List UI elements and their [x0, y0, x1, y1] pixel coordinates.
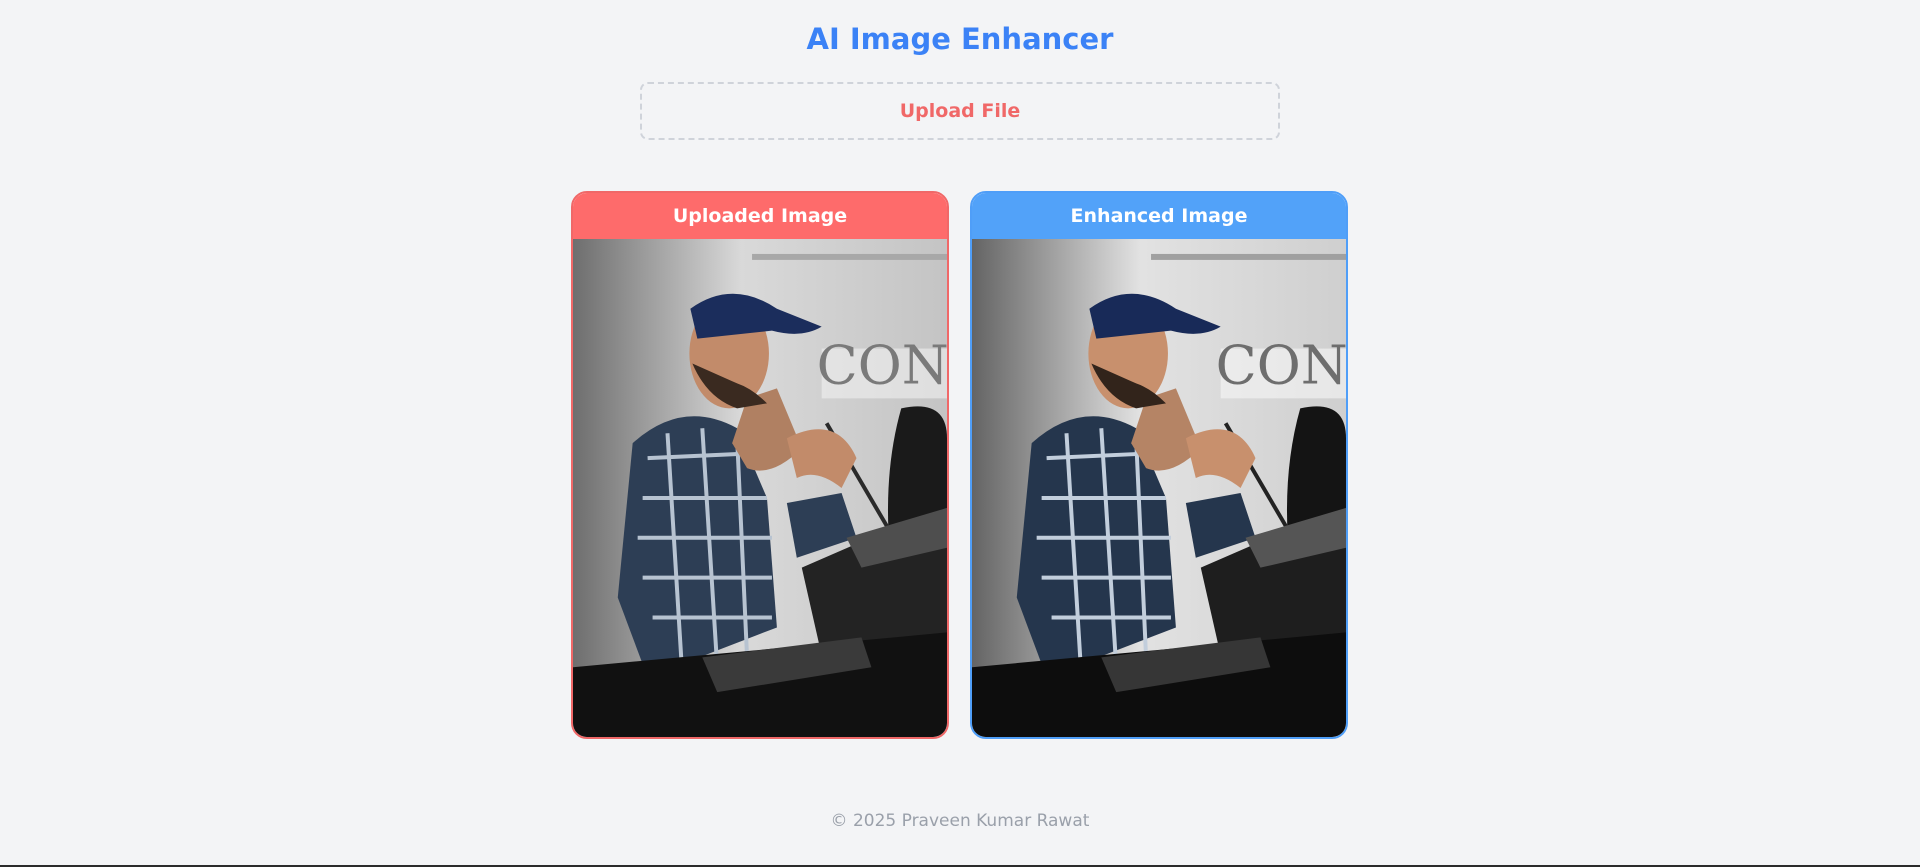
uploaded-image: CONV: [573, 239, 947, 737]
enhanced-image-header: Enhanced Image: [972, 193, 1346, 239]
uploaded-image-header: Uploaded Image: [573, 193, 947, 239]
uploaded-image-card: Uploaded Image CONV: [571, 191, 949, 739]
uploaded-image-title: Uploaded Image: [672, 205, 848, 227]
footer-copyright: © 2025 Praveen Kumar Rawat: [830, 811, 1090, 831]
enhanced-image-title: Enhanced Image: [1070, 205, 1248, 227]
upload-file-label: Upload File: [899, 100, 1021, 122]
enhanced-image: CONV: [972, 239, 1346, 737]
svg-text:CONV: CONV: [1216, 333, 1346, 396]
upload-file-dropzone[interactable]: Upload File: [640, 82, 1280, 140]
svg-text:CONV: CONV: [817, 333, 947, 396]
app-root: AI Image Enhancer Upload File Uploaded I…: [0, 0, 1920, 867]
page-title: AI Image Enhancer: [806, 22, 1114, 56]
enhanced-image-card: Enhanced Image CONV: [970, 191, 1348, 739]
